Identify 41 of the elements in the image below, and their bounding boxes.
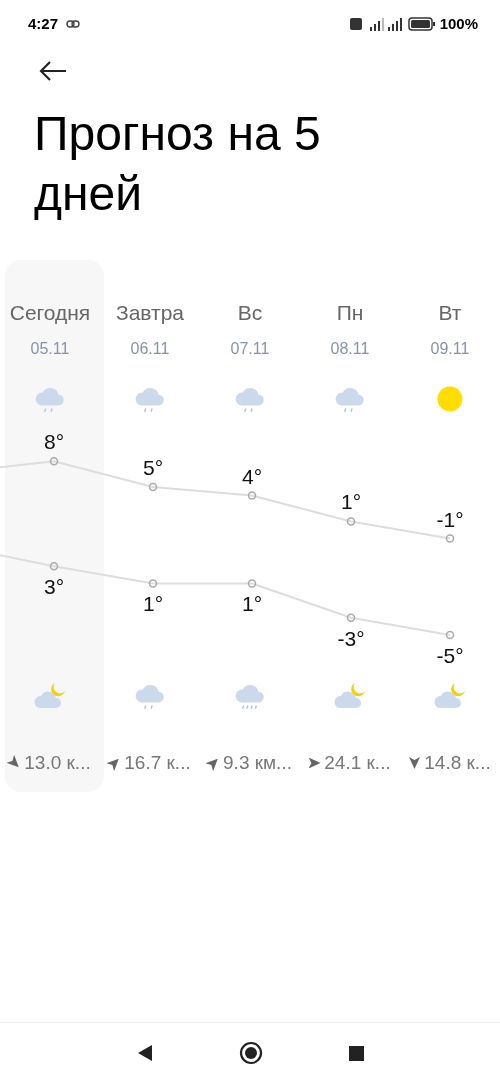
low-temperature: 3° [43, 574, 65, 598]
low-temperature: 1° [241, 591, 263, 615]
home-nav-icon[interactable] [238, 1041, 263, 1065]
day-date: 09.11 [430, 338, 470, 359]
back-arrow-icon[interactable] [38, 59, 68, 82]
link-icon [66, 20, 81, 28]
page-title: Прогноз на 5 дней [34, 106, 322, 222]
wind-speed: 14.8 к... [424, 750, 491, 775]
day-date: 05.11 [30, 338, 70, 359]
low-temperature: -5° [436, 643, 464, 667]
high-temperature: 8° [43, 429, 65, 453]
wind-speed: 24.1 к... [324, 750, 391, 775]
day-name: Вс [237, 300, 263, 326]
wind-speed: 13.0 к... [24, 750, 91, 775]
day-name: Вт [438, 300, 462, 326]
battery-level: 100% [439, 13, 478, 34]
high-temperature: 1° [340, 489, 362, 513]
day-name: Сегодня [9, 300, 91, 326]
high-temperature: -1° [436, 507, 464, 531]
day-date: 08.11 [330, 338, 370, 359]
day-name: Пн [336, 300, 364, 326]
recents-nav-icon[interactable] [348, 1045, 364, 1061]
wind-arrow-icon [409, 756, 421, 769]
day-date: 06.11 [130, 338, 170, 359]
cloud-moon-icon [33, 680, 67, 711]
signal-icon [387, 17, 404, 31]
clock: 4:27 [28, 13, 59, 34]
low-temperature: 1° [142, 591, 164, 615]
wind-speed: 9.3 км... [223, 750, 292, 775]
day-date: 07.11 [230, 338, 270, 359]
high-temperature: 5° [142, 455, 164, 479]
battery-icon [407, 17, 436, 31]
low-temperature: -3° [337, 626, 365, 650]
wind-arrow-icon [308, 757, 321, 769]
sun-icon [437, 385, 463, 412]
high-temperature: 4° [241, 464, 263, 488]
day-name: Завтра [115, 300, 184, 326]
cloud-moon-icon [333, 680, 367, 711]
wind-speed: 16.7 к... [124, 750, 191, 775]
back-nav-icon[interactable] [136, 1044, 153, 1062]
cloud-moon-icon [433, 680, 467, 711]
